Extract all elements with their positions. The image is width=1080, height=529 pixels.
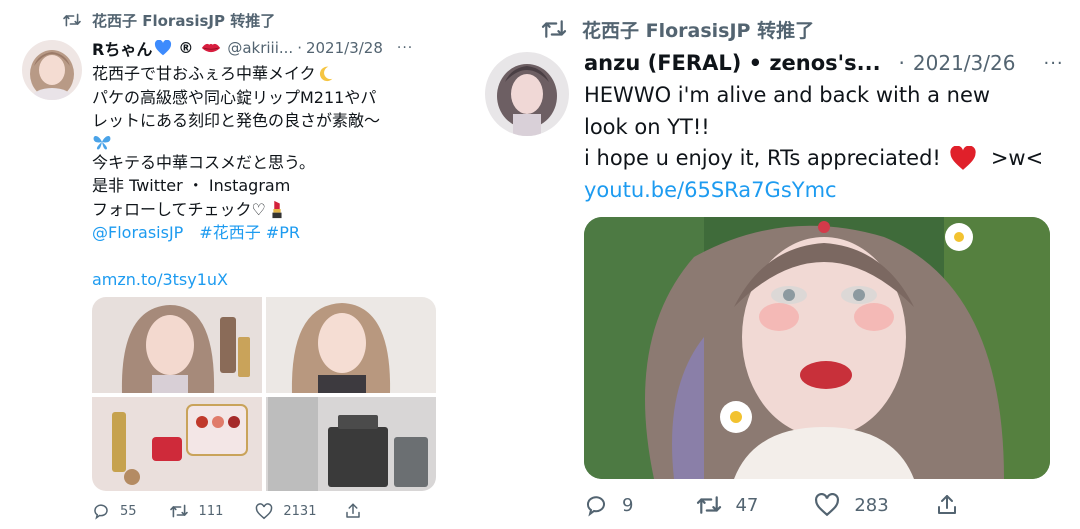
media-photo[interactable]	[92, 297, 262, 393]
avatar[interactable]	[485, 52, 569, 136]
author-name[interactable]: Rちゃん	[92, 36, 152, 60]
retweet-context: 花西子 FlorasisJP 转推了	[540, 16, 814, 42]
text-line: 花西子で甘おふぇろ中華メイク	[92, 64, 316, 83]
butterfly-icon	[92, 133, 112, 151]
retweet-icon	[695, 494, 723, 516]
retweet-label[interactable]: 花西子 FlorasisJP 转推了	[582, 16, 814, 43]
retweet-button[interactable]: 47	[695, 494, 758, 516]
text-line: HEWWO i'm alive and back with a new	[584, 83, 991, 107]
retweet-icon	[540, 18, 568, 40]
media-photo[interactable]	[92, 397, 262, 491]
reply-button[interactable]: 9	[584, 493, 633, 517]
more-options-button[interactable]: ···	[397, 40, 413, 56]
text-line: 今キテる中華コスメだと思う。	[92, 152, 316, 172]
share-icon	[935, 493, 959, 517]
text-line: レットにある刻印と発色の良さが素敵～	[92, 111, 381, 130]
retweet-count: 47	[735, 494, 759, 516]
tweet-link[interactable]: amzn.to/3tsy1uX	[92, 268, 228, 292]
retweet-icon	[62, 12, 82, 28]
media-grid	[92, 297, 436, 491]
blue-heart-icon	[154, 40, 172, 56]
retweet-context: 花西子 FlorasisJP 转推了	[62, 9, 275, 31]
tweet-card-right[interactable]: 花西子 FlorasisJP 转推了 anzu (FERAL) • zenos'…	[485, 0, 1080, 529]
like-icon	[814, 493, 840, 517]
reply-icon	[584, 493, 608, 517]
reply-icon	[92, 502, 110, 520]
tweet-link[interactable]: youtu.be/65SRa7GsYmc	[584, 175, 837, 207]
author-name[interactable]: anzu (FERAL) • zenos's...	[584, 51, 881, 75]
tweet-date[interactable]: 2021/3/26	[913, 51, 1016, 75]
media-photo[interactable]	[584, 217, 1050, 479]
reply-count: 55	[120, 503, 137, 519]
tweet-text: 花西子で甘おふぇろ中華メイク パケの高級感や同心錠リップM211やパ レットにあ…	[92, 62, 380, 292]
media-photo[interactable]	[266, 297, 436, 393]
like-count: 283	[854, 494, 889, 516]
retweet-count: 111	[198, 503, 224, 519]
like-count: 2131	[283, 503, 317, 519]
retweet-label[interactable]: 花西子 FlorasisJP 转推了	[92, 10, 275, 31]
red-heart-icon	[949, 146, 977, 171]
separator-dot: ·	[297, 39, 302, 57]
text-line: look on YT!!	[584, 114, 710, 139]
tweet-header: Rちゃん ® @akriii... · 2021/3/28 ···	[92, 36, 413, 60]
text-line: フォローしてチェック♡	[92, 199, 266, 219]
like-button[interactable]: 283	[814, 493, 889, 517]
lipstick-icon	[270, 199, 284, 219]
tweet-date[interactable]: 2021/3/28	[306, 39, 383, 57]
mentions-hashtags[interactable]: @FlorasisJP #花西子 #PR	[92, 221, 300, 245]
text-line: 是非 Twitter ・ Instagram	[92, 176, 291, 195]
author-handle[interactable]: @akriii...	[227, 39, 293, 57]
reply-count: 9	[622, 494, 634, 516]
retweet-icon	[169, 503, 189, 519]
avatar[interactable]	[22, 40, 82, 100]
media-photo[interactable]	[266, 397, 436, 491]
separator-dot: ·	[898, 51, 905, 75]
more-options-button[interactable]: ···	[1043, 53, 1063, 74]
share-button[interactable]	[935, 493, 959, 517]
moon-icon	[318, 65, 334, 83]
tweet-text: HEWWO i'm alive and back with a new look…	[584, 80, 1043, 206]
lips-icon	[201, 41, 221, 55]
like-icon	[255, 502, 273, 520]
author-badge: ®	[178, 39, 194, 57]
text-line: >w<	[990, 146, 1044, 170]
tweet-header: anzu (FERAL) • zenos's... · 2021/3/26 ··…	[584, 48, 1064, 78]
like-button[interactable]: 2131	[255, 502, 317, 520]
retweet-button[interactable]: 111	[169, 503, 224, 519]
reply-button[interactable]: 55	[92, 502, 137, 520]
tweet-actions: 9 47 283	[584, 491, 959, 519]
share-button[interactable]	[344, 502, 362, 520]
tweet-actions: 55 111 2131	[92, 501, 362, 521]
tweet-card-left[interactable]: 花西子 FlorasisJP 转推了 Rちゃん ® @akriii... · 2…	[0, 0, 540, 529]
text-line: i hope u enjoy it, RTs appreciated!	[584, 146, 941, 170]
text-line: パケの高級感や同心錠リップM211やパ	[92, 87, 377, 107]
share-icon	[344, 502, 362, 520]
